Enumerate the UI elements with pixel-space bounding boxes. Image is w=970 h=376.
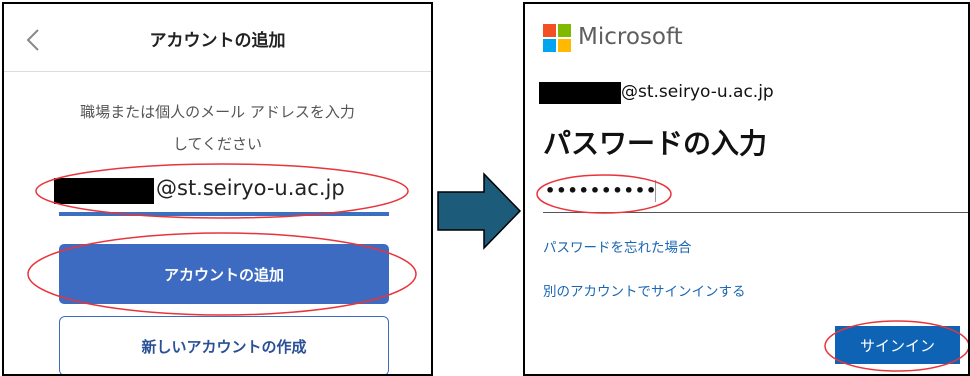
forgot-password-link[interactable]: パスワードを忘れた場合 bbox=[543, 236, 692, 256]
highlight-ellipse bbox=[27, 232, 417, 316]
highlight-ellipse bbox=[824, 320, 968, 372]
instruction-line-2: してください bbox=[172, 135, 263, 153]
instruction-line-1: 職場または個人のメール アドレスを入力 bbox=[80, 103, 355, 121]
highlight-ellipse bbox=[536, 174, 672, 214]
user-domain-text: @st.seiryo-u.ac.jp bbox=[621, 82, 774, 102]
page-title: パスワードの入力 bbox=[543, 127, 768, 160]
create-account-button[interactable]: 新しいアカウントの作成 bbox=[59, 316, 389, 374]
microsoft-logo-icon bbox=[543, 24, 571, 52]
brand-name: Microsoft bbox=[578, 24, 683, 50]
page-title: アカウントの追加 bbox=[149, 31, 286, 51]
highlight-ellipse bbox=[35, 163, 409, 219]
flow-arrow-icon bbox=[437, 172, 522, 250]
other-account-link[interactable]: 別のアカウントでサインインする bbox=[543, 280, 746, 300]
instruction-text: 職場または個人のメール アドレスを入力 してください bbox=[44, 96, 391, 160]
nav-header: アカウントの追加 bbox=[4, 4, 431, 72]
add-account-screen: アカウントの追加 職場または個人のメール アドレスを入力 してください @st.… bbox=[2, 2, 433, 376]
microsoft-password-screen: Microsoft @st.seiryo-u.ac.jp パスワードの入力 ••… bbox=[523, 2, 970, 376]
redacted-block bbox=[539, 82, 621, 104]
user-id: @st.seiryo-u.ac.jp bbox=[539, 82, 939, 104]
